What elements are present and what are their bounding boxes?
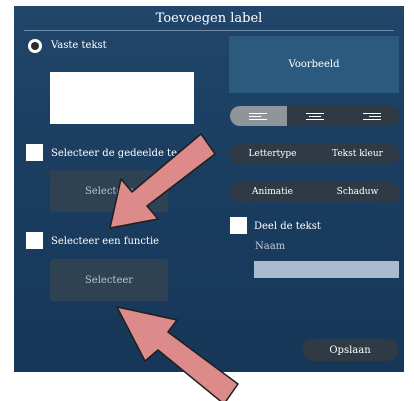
save-button[interactable]: Opslaan (302, 339, 398, 361)
function-label: Selecteer een functie (51, 236, 160, 247)
function-select-button[interactable]: Selecteer (50, 259, 168, 301)
share-text-checkbox[interactable] (230, 217, 247, 234)
fixed-text-label: Vaste tekst (51, 40, 107, 51)
name-input[interactable] (254, 261, 399, 278)
name-label: Naam (255, 241, 286, 252)
preview-box: Voorbeeld (229, 36, 399, 93)
align-center-button[interactable] (287, 106, 344, 126)
dialog-title: Toevoegen label (155, 11, 263, 26)
text-align-group (230, 106, 400, 126)
align-left-icon (249, 112, 268, 120)
animation-button[interactable]: Animatie (230, 182, 315, 202)
shared-text-checkbox[interactable] (26, 144, 43, 161)
align-right-icon (362, 112, 381, 120)
font-color-pill: Lettertype Tekst kleur (230, 144, 400, 164)
preview-label: Voorbeeld (288, 59, 340, 70)
radio-selected-dot (31, 42, 39, 50)
font-button[interactable]: Lettertype (230, 144, 315, 164)
align-center-icon (306, 112, 324, 120)
share-text-label: Deel de tekst (254, 221, 321, 232)
align-right-button[interactable] (343, 106, 400, 126)
align-left-button[interactable] (230, 106, 287, 126)
function-checkbox[interactable] (26, 232, 43, 249)
shared-text-label: Selecteer de gedeelde te (51, 148, 177, 159)
text-color-button[interactable]: Tekst kleur (315, 144, 400, 164)
add-label-dialog: Toevoegen label Vaste tekst Selecteer de… (14, 6, 404, 372)
title-divider (24, 30, 394, 31)
fixed-text-radio[interactable] (28, 39, 42, 53)
animation-shadow-pill: Animatie Schaduw (230, 182, 400, 202)
fixed-text-input[interactable] (50, 72, 194, 124)
shadow-button[interactable]: Schaduw (315, 182, 400, 202)
shared-text-select-button[interactable]: Selecteer (50, 170, 168, 212)
